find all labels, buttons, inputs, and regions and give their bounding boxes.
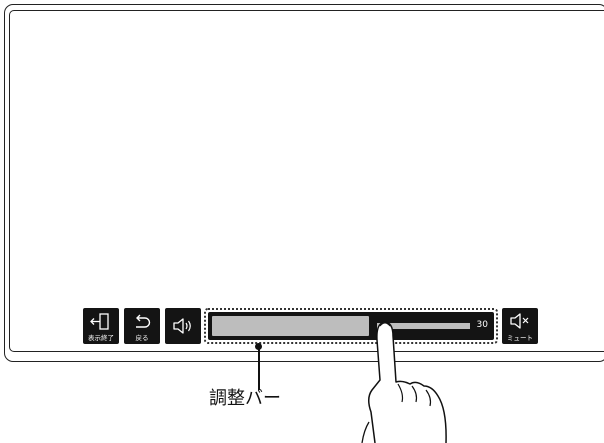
pointing-hand-icon bbox=[361, 321, 447, 443]
